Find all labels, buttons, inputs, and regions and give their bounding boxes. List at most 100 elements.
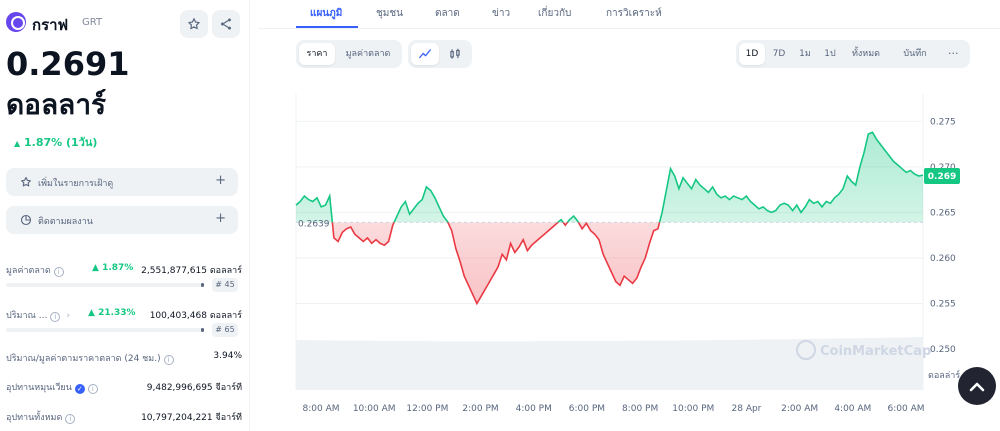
info-icon[interactable]: i [53, 267, 64, 277]
market-cap-value: 2,551,877,615 ดอลลาร์ [141, 266, 242, 276]
track-portfolio-button[interactable]: ติดตามผลงาน + [6, 206, 238, 234]
x-tick-label: 4:00 AM [834, 404, 871, 414]
candlestick-button[interactable] [441, 43, 469, 65]
info-icon[interactable]: i [163, 355, 174, 365]
tab-analysis[interactable]: การวิเคราะห์ [606, 6, 662, 21]
y-axis-unit-label: ดอลล่าร์ [928, 369, 960, 381]
vol-mcap-label: ปริมาณ/มูลค่าตามราคาตลาด (24 ชม.) [6, 354, 161, 364]
candlestick-icon [450, 48, 460, 59]
x-tick-label: 6:00 PM [569, 404, 605, 414]
coin-name: กราฟ [32, 16, 69, 34]
section-tabs: แผนภูมิ ชุมชน ตลาด ข่าว เกี่ยวกับ การวิเ… [296, 0, 956, 28]
baseline-label: 0.2639 [298, 219, 330, 229]
plus-icon: + [215, 173, 226, 188]
info-icon[interactable]: i [50, 312, 61, 322]
star-icon [188, 18, 200, 30]
x-tick-label: 10:00 PM [672, 404, 714, 414]
star-icon [21, 176, 31, 187]
line-chart-button[interactable] [411, 43, 439, 65]
circ-supply-label: อุปทานหมุนเวียน [6, 383, 72, 393]
range-log[interactable]: บันทึก [895, 43, 935, 65]
add-to-watchlist-button[interactable]: เพิ่มในรายการเฝ้าดู + [6, 168, 238, 196]
more-options-icon[interactable]: ··· [948, 47, 959, 60]
chevron-right-icon[interactable]: › [66, 311, 70, 321]
market-cap-pct: 1.87% [102, 263, 134, 273]
stat-label: ปริมาณ/มูลค่าตามราคาตลาด (24 ชม.) i [6, 351, 174, 365]
market-cap-label: มูลค่าตลาด [6, 266, 51, 276]
share-icon [221, 18, 231, 30]
x-tick-label: 2:00 PM [462, 404, 498, 414]
graph-logo-icon [6, 12, 26, 32]
range-all[interactable]: ทั้งหมด [843, 43, 889, 65]
stat-volume: ปริมาณ ... i › ▲ 21.33% 100,403,468 ดอลลาร… [6, 306, 242, 322]
x-tick-label: 12:00 PM [406, 404, 448, 414]
stat-label: มูลค่าตลาด i [6, 263, 64, 277]
current-price-tag: 0.269 [924, 167, 960, 184]
range-7d[interactable]: 7D [766, 43, 792, 65]
volume-label: ปริมาณ ... [6, 311, 48, 321]
market-cap-rank-bar [6, 283, 204, 287]
tab-about[interactable]: เกี่ยวกับ [538, 6, 571, 21]
star-button[interactable] [180, 10, 208, 38]
market-cap-change: ▲ 1.87% [92, 263, 134, 273]
scroll-to-top-button[interactable] [958, 367, 996, 405]
market-cap-rank: # 45 [212, 278, 238, 292]
chevron-up-icon [969, 382, 985, 392]
range-1y[interactable]: 1ป [818, 43, 842, 65]
watchlist-label: เพิ่มในรายการเฝ้าดู [38, 179, 114, 189]
price-unit: ดอลลาร์ [6, 88, 107, 121]
x-axis: 8:00 AM 10:00 AM 12:00 PM 2:00 PM 4:00 PM 6:0… [303, 404, 925, 414]
stat-circulating-supply: อุปทานหมุนเวียน ✓ i 9,482,996,695 จีอาร์ที [6, 378, 242, 394]
stat-label: อุปทานทั้งหมด i [6, 410, 76, 424]
price-change-value: 1.87% (1วัน) [24, 136, 98, 149]
volume-rank-bar [6, 328, 204, 332]
line-chart-icon [419, 49, 431, 59]
total-supply-label: อุปทานทั้งหมด [6, 413, 63, 423]
y-tick-label: 0.255 [930, 299, 956, 309]
caret-up-icon: ▲ [14, 139, 21, 148]
range-1d[interactable]: 1D [739, 43, 765, 65]
x-tick-label: 2:00 AM [781, 404, 818, 414]
y-tick-label: 0.265 [930, 208, 956, 218]
tab-chart[interactable]: แผนภูมิ [310, 6, 342, 21]
price-chart[interactable]: CoinMarketCap 0.2639 0.2750.2700.2650.26… [258, 80, 1000, 431]
x-tick-label: 4:00 PM [516, 404, 552, 414]
watermark-text: CoinMarketCap [820, 344, 931, 359]
toggle-price[interactable]: ราคา [299, 43, 335, 65]
stat-label: ปริมาณ ... i › [6, 308, 70, 322]
area-above-baseline [296, 132, 923, 223]
tab-news[interactable]: ข่าว [492, 6, 510, 21]
share-button[interactable] [212, 10, 240, 38]
info-icon[interactable]: i [87, 384, 98, 394]
coin-header: กราฟ GRT [6, 10, 242, 38]
circ-supply-value: 9,482,996,695 จีอาร์ที [146, 383, 242, 393]
volume-change: ▲ 21.33% [88, 308, 136, 318]
verified-icon: ✓ [74, 384, 85, 394]
x-tick-label: 10:00 AM [353, 404, 396, 414]
tab-community[interactable]: ชุมชน [376, 6, 403, 21]
tabs-divider [258, 28, 1000, 29]
total-supply-value: 10,797,204,221 จีอาร์ที [141, 413, 242, 423]
stat-label: อุปทานหมุนเวียน ✓ i [6, 380, 98, 394]
pie-chart-icon [20, 214, 32, 226]
toggle-market-cap[interactable]: มูลค่าตลาด [337, 43, 399, 65]
x-tick-label: 6:00 AM [888, 404, 925, 414]
tab-markets[interactable]: ตลาด [435, 6, 460, 21]
y-tick-label: 0.275 [930, 117, 956, 127]
volume-rank: # 65 [212, 323, 238, 337]
info-icon[interactable]: i [65, 414, 76, 424]
x-tick-label: 8:00 PM [622, 404, 658, 414]
stat-total-supply: อุปทานทั้งหมด i 10,797,204,221 จีอาร์ที [6, 408, 242, 424]
portfolio-label: ติดตามผลงาน [38, 217, 93, 227]
coin-symbol: GRT [82, 17, 103, 28]
stat-market-cap: มูลค่าตลาด i ▲ 1.87% 2,551,877,615 ดอลลาร… [6, 261, 242, 277]
y-axis: 0.2750.2700.2650.2600.2550.250 [930, 117, 956, 355]
chart-style-toggle [408, 40, 472, 68]
time-range-selector: 1D 7D 1ม 1ป ทั้งหมด บันทึก ··· [736, 40, 970, 68]
coin-sidebar: กราฟ GRT 0.2691 ดอลลาร์ ▲ 1.87% (1วัน) เ… [0, 0, 250, 431]
range-1m[interactable]: 1ม [793, 43, 817, 65]
y-tick-label: 0.250 [930, 345, 956, 355]
plus-icon: + [215, 211, 226, 226]
volume-pct: 21.33% [98, 308, 136, 318]
stat-volume-market-cap: ปริมาณ/มูลค่าตามราคาตลาด (24 ชม.) i 3.94% [6, 349, 242, 365]
